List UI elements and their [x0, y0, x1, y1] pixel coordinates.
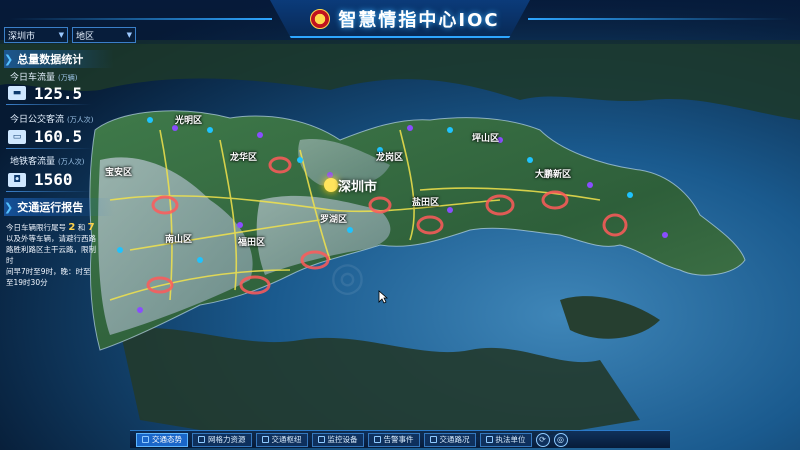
mouse-cursor-icon — [378, 290, 388, 304]
chevron-right-icon: ❯ — [4, 52, 14, 66]
city-map[interactable]: ◎ — [0, 0, 800, 450]
police-badge-icon — [310, 9, 331, 29]
metro-icon: ◘ — [8, 173, 26, 187]
chevron-down-icon: ▼ — [58, 31, 64, 39]
toolbar-traffic-status-button[interactable]: 交通态势 — [136, 432, 188, 447]
divider — [6, 148, 92, 149]
divider — [6, 104, 92, 105]
stat-label-bus: 今日公交客流 (万人次) — [10, 112, 93, 125]
report-line-1: 今日车辆限行尾号 2 和 7 — [6, 222, 102, 233]
toolbar-button-label: 告警事件 — [383, 435, 414, 444]
toolbar-transport-hub-button[interactable]: 交通枢纽 — [255, 432, 308, 447]
divider — [6, 191, 92, 192]
district-label-yantian[interactable]: 盐田区 — [412, 195, 439, 208]
app-title-text: 智慧情指中心IOC — [338, 10, 500, 31]
report-prefix: 今日车辆限行尾号 — [6, 223, 66, 232]
chevron-right-icon: ❯ — [4, 200, 14, 214]
camera-icon — [317, 436, 325, 443]
report-line-5: 至19时30分 — [6, 278, 48, 287]
app-title: 智慧情指中心IOC — [300, 6, 510, 32]
bus-icon: ▭ — [8, 130, 26, 144]
stats-panel-title: ❯ 总量数据统计 — [4, 50, 114, 68]
report-line-4: 间早7时至9时，晚：时至 — [6, 267, 91, 276]
toolbar-button-label: 执法单位 — [495, 435, 526, 444]
header-divider-right — [528, 18, 790, 20]
toolbar-alarm-event-button[interactable]: 告警事件 — [367, 432, 420, 447]
refresh-icon[interactable]: ⟳ — [535, 432, 550, 447]
grid-icon — [198, 436, 205, 443]
stat-unit: (万辆) — [58, 74, 78, 82]
district-label-luohu[interactable]: 罗湖区 — [320, 212, 347, 225]
district-label-futian[interactable]: 福田区 — [238, 235, 265, 248]
stat-unit: (万人次) — [67, 116, 94, 124]
svg-text:◎: ◎ — [330, 254, 365, 300]
district-label-dapeng[interactable]: 大鹏新区 — [535, 167, 571, 180]
stat-unit: (万人次) — [58, 158, 85, 166]
toolbar-button-label: 交通枢纽 — [271, 435, 302, 444]
stat-label-traffic: 今日车流量 (万辆) — [10, 70, 77, 83]
stat-label-text: 今日公交客流 — [10, 115, 65, 125]
district-label-longgang[interactable]: 龙岗区 — [376, 150, 403, 163]
car-icon: ▬ — [8, 86, 26, 100]
city-label: 深圳市 — [338, 180, 378, 195]
stat-label-metro: 地铁客流量 (万人次) — [10, 154, 84, 167]
report-and: 和 — [77, 223, 86, 232]
stats-title-text: 总量数据统计 — [17, 53, 84, 66]
toolbar-grid-resource-button[interactable]: 网格力资源 — [192, 432, 252, 447]
region-select[interactable]: 深圳市 ▼ — [4, 27, 68, 43]
restricted-number-b: 7 — [87, 222, 95, 233]
stat-label-text: 地铁客流量 — [10, 157, 56, 167]
toolbar-button-label: 交通态势 — [152, 435, 182, 444]
toolbar-button-label: 监控设备 — [327, 435, 358, 444]
alarm-icon — [373, 436, 381, 443]
restricted-number-a: 2 — [68, 222, 76, 233]
district-label-baoan[interactable]: 宝安区 — [105, 165, 132, 178]
toolbar-road-condition-button[interactable]: 交通路况 — [423, 432, 476, 447]
toolbar-button-label: 交通路况 — [439, 435, 470, 444]
report-title-text: 交通运行报告 — [17, 201, 84, 214]
road-icon — [429, 436, 437, 443]
stat-value-traffic: 125.5 — [34, 84, 83, 103]
city-center-marker[interactable] — [324, 178, 338, 192]
area-select[interactable]: 地区 ▼ — [72, 27, 136, 43]
toolbar-monitor-device-button[interactable]: 监控设备 — [311, 432, 364, 447]
region-select-value: 深圳市 — [8, 31, 36, 42]
report-panel-title: ❯ 交通运行报告 — [4, 198, 114, 216]
locate-icon[interactable]: ◎ — [553, 432, 568, 447]
police-icon — [485, 436, 493, 443]
district-label-longhua[interactable]: 龙华区 — [230, 150, 257, 163]
toolbar-button-label: 网格力资源 — [208, 435, 246, 444]
stat-value-bus: 160.5 — [34, 127, 83, 146]
report-line-2: 以及外等车辆，请避行西路 — [6, 234, 96, 243]
bottom-toolbar: 交通态势 网格力资源 交通枢纽 监控设备 告警事件 交通路况 执法单位 ⟳ ◎ — [130, 430, 670, 448]
area-select-value: 地区 — [76, 31, 95, 42]
stat-label-text: 今日车流量 — [10, 73, 56, 83]
district-label-nanshan[interactable]: 南山区 — [165, 232, 192, 245]
district-label-guangming[interactable]: 光明区 — [175, 113, 202, 126]
chevron-down-icon: ▼ — [126, 31, 132, 39]
report-line-3: 路胜利路区主干云路，限制时 — [6, 245, 96, 265]
traffic-report-text: 今日车辆限行尾号 2 和 7 以及外等车辆，请避行西路 路胜利路区主干云路，限制… — [6, 222, 102, 290]
header-divider-left — [10, 18, 272, 20]
stat-value-metro: 1560 — [34, 170, 73, 189]
district-label-pingshan[interactable]: 坪山区 — [472, 131, 499, 144]
hub-icon — [261, 436, 269, 443]
toolbar-law-enforcement-button[interactable]: 执法单位 — [479, 432, 532, 447]
traffic-icon — [142, 436, 149, 443]
